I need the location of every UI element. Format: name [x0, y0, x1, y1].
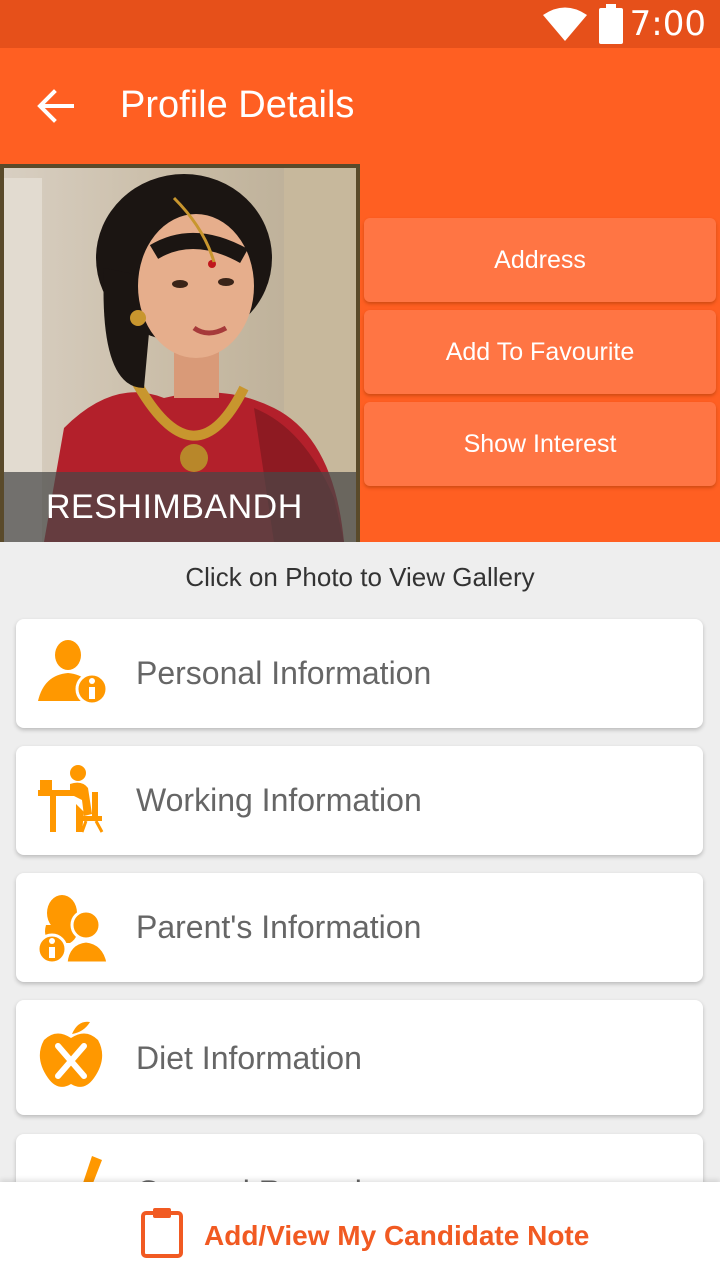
person-info-icon: [36, 639, 109, 712]
parents-information-card[interactable]: Parent's Information: [16, 873, 703, 982]
back-arrow-icon[interactable]: [36, 86, 76, 126]
page-title: Profile Details: [120, 84, 355, 126]
wifi-icon: [542, 6, 588, 47]
working-information-card[interactable]: Working Information: [16, 746, 703, 855]
person-at-desk-icon: [36, 764, 108, 841]
personal-information-label: Personal Information: [136, 655, 432, 691]
candidate-note-label: Add/View My Candidate Note: [204, 1220, 590, 1251]
diet-information-label: Diet Information: [136, 1040, 362, 1076]
address-button[interactable]: Address: [364, 218, 716, 302]
working-information-label: Working Information: [136, 782, 422, 818]
show-interest-button[interactable]: Show Interest: [364, 402, 716, 486]
add-to-favourite-button[interactable]: Add To Favourite: [364, 310, 716, 394]
candidate-note-bar[interactable]: Add/View My Candidate Note: [0, 1182, 720, 1280]
gallery-hint: Click on Photo to View Gallery: [185, 562, 535, 592]
status-time: 7:00: [629, 4, 706, 44]
profile-header: RESHIMBANDH Address Add To Favourite Sho…: [0, 164, 720, 542]
status-bar: 7:00: [0, 0, 720, 48]
battery-icon: [598, 4, 624, 49]
apple-cutlery-icon: [36, 1018, 106, 1097]
profile-photo-frame[interactable]: RESHIMBANDH: [0, 164, 360, 542]
clipboard-icon: [140, 1206, 184, 1263]
personal-information-card[interactable]: Personal Information: [16, 619, 703, 728]
profile-photo-caption: RESHIMBANDH: [4, 472, 356, 542]
parents-icon: [36, 891, 110, 970]
parents-information-label: Parent's Information: [136, 909, 422, 945]
profile-photo[interactable]: RESHIMBANDH: [4, 168, 356, 542]
app-bar: Profile Details: [0, 48, 720, 164]
diet-information-card[interactable]: Diet Information: [16, 1000, 703, 1115]
